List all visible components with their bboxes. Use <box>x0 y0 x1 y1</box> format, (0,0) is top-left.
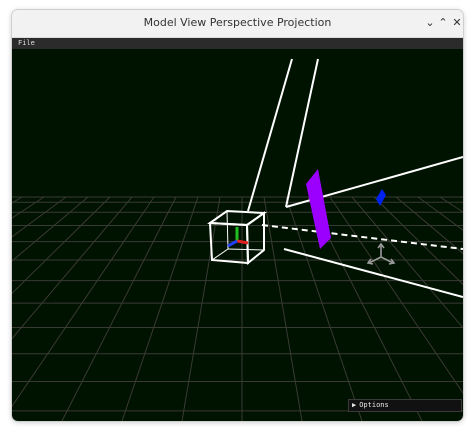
close-icon[interactable]: ✕ <box>449 15 463 31</box>
grid-line <box>181 196 221 421</box>
grid-line <box>12 196 111 294</box>
window-title: Model View Perspective Projection <box>143 16 332 29</box>
options-label: Options <box>359 401 389 409</box>
expand-arrow-icon: ▶ <box>352 401 357 409</box>
grid-line <box>12 196 155 408</box>
title-bar[interactable]: Model View Perspective Projection ⌄ ⌃ ✕ <box>12 10 463 38</box>
transform-gizmo-icon <box>366 242 396 265</box>
menu-bar: File <box>12 38 463 49</box>
camera-frustum <box>247 58 463 298</box>
axis-x <box>236 239 249 245</box>
scene-canvas <box>12 58 463 421</box>
near-plane <box>306 169 331 249</box>
menu-file[interactable]: File <box>18 38 35 49</box>
grid-line <box>12 196 89 262</box>
grid-line <box>417 196 463 231</box>
target-marker <box>376 189 386 206</box>
camera-axes <box>227 227 249 248</box>
grid-line <box>121 196 199 421</box>
grid-line <box>373 196 463 286</box>
grid-line <box>263 196 303 421</box>
options-panel-header[interactable]: ▶ Options <box>348 399 462 412</box>
grid-line <box>61 196 177 421</box>
3d-viewport[interactable]: ▶ Options <box>12 49 463 421</box>
frustum-edge <box>247 58 293 212</box>
app-window: Model View Perspective Projection ⌄ ⌃ ✕ … <box>12 10 463 421</box>
grid-line <box>12 196 67 238</box>
grid-line <box>329 196 463 394</box>
grid-line <box>12 196 133 340</box>
frustum-edge <box>283 248 463 298</box>
grid-line <box>12 196 45 219</box>
